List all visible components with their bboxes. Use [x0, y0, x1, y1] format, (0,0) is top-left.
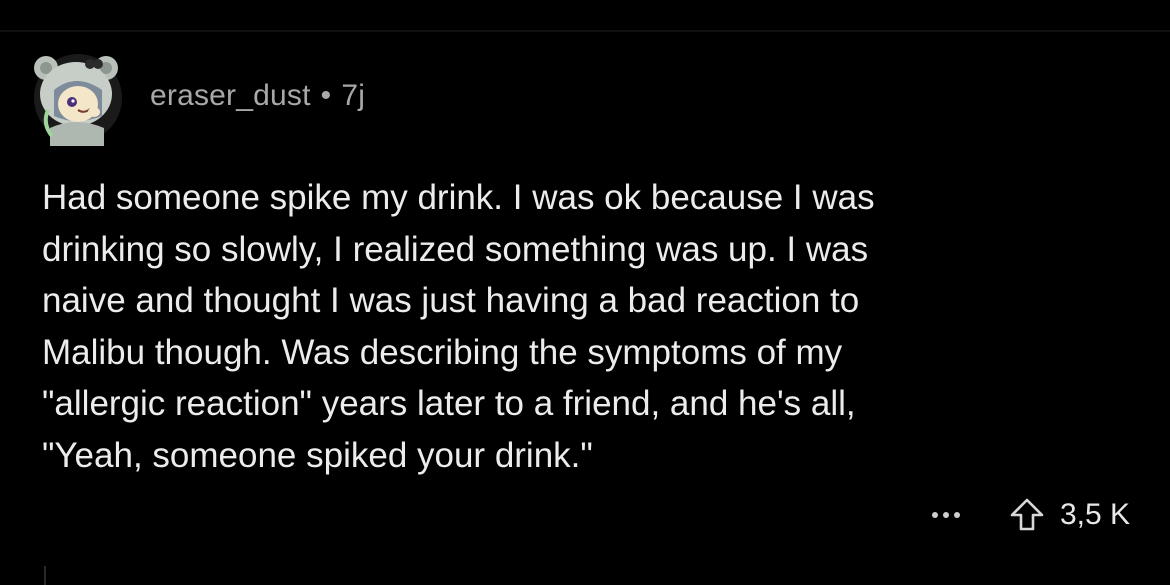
avatar[interactable]	[32, 46, 124, 146]
comment: eraser_dust • 7j Had someone spike my dr…	[0, 0, 1170, 585]
ellipsis-icon	[931, 512, 938, 518]
more-options-button[interactable]	[924, 495, 968, 535]
username[interactable]: eraser_dust	[150, 79, 311, 113]
comment-body: Had someone spike my drink. I was ok bec…	[42, 178, 875, 475]
meta-separator: •	[320, 79, 332, 112]
ellipsis-dot	[953, 512, 960, 518]
upvote-arrow-icon	[1010, 498, 1044, 531]
comment-age: 7j	[341, 79, 366, 112]
ellipsis-dot	[942, 512, 949, 518]
comment-meta: eraser_dust • 7j	[150, 79, 365, 113]
upvote-button[interactable]: 3,5 K	[1008, 496, 1130, 534]
comment-actions: 3,5 K	[924, 490, 1130, 540]
thread-line[interactable]	[44, 566, 46, 585]
avatar-illustration	[34, 54, 122, 146]
vote-count: 3,5 K	[1059, 498, 1130, 531]
comment-header: eraser_dust • 7j	[32, 46, 365, 146]
